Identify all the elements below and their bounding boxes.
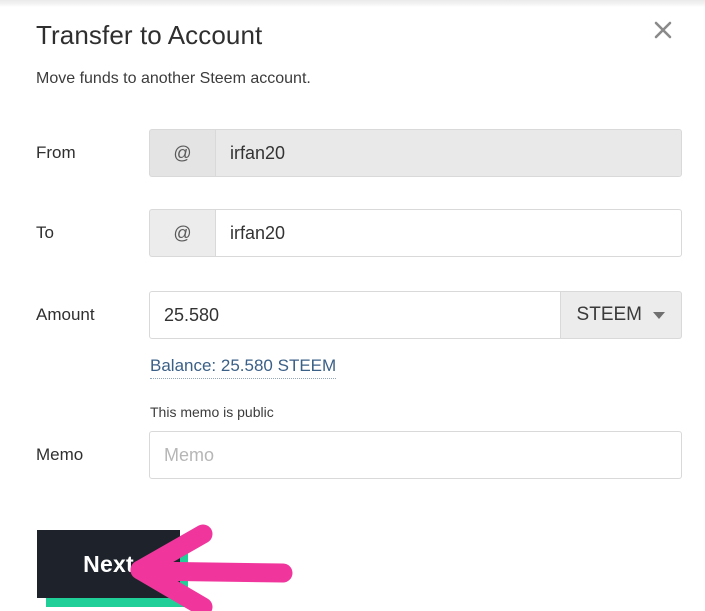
memo-input[interactable]: Memo <box>149 431 682 479</box>
form-row-from: From @ irfan20 <box>0 129 705 177</box>
currency-dropdown[interactable]: STEEM <box>560 291 682 339</box>
from-account-input: irfan20 <box>215 129 682 177</box>
to-label: To <box>36 223 54 242</box>
page-title: Transfer to Account <box>36 20 263 50</box>
memo-public-hint: This memo is public <box>150 404 274 420</box>
transfer-dialog: Transfer to Account Move funds to anothe… <box>0 0 705 611</box>
form-row-memo: Memo Memo <box>0 431 705 479</box>
at-symbol-addon-to: @ <box>149 209 215 257</box>
to-account-input[interactable]: irfan20 <box>215 209 682 257</box>
close-icon[interactable] <box>648 15 678 45</box>
from-field-group: @ irfan20 <box>149 129 682 177</box>
amount-field-group: 25.580 STEEM <box>149 291 682 339</box>
memo-field-group: Memo <box>149 431 682 479</box>
from-label: From <box>36 143 76 162</box>
form-row-to: To @ irfan20 <box>0 209 705 257</box>
memo-label: Memo <box>36 445 84 464</box>
currency-label: STEEM <box>576 304 642 325</box>
amount-input[interactable]: 25.580 <box>149 291 561 339</box>
chevron-down-icon <box>653 311 665 319</box>
form-row-amount: Amount 25.580 STEEM <box>0 291 705 339</box>
balance-link[interactable]: Balance: 25.580 STEEM <box>150 356 337 379</box>
amount-label: Amount <box>36 305 95 324</box>
at-symbol-addon-from: @ <box>149 129 215 177</box>
next-button[interactable]: Next <box>37 530 180 598</box>
dialog-subtitle: Move funds to another Steem account. <box>36 70 311 87</box>
to-field-group: @ irfan20 <box>149 209 682 257</box>
